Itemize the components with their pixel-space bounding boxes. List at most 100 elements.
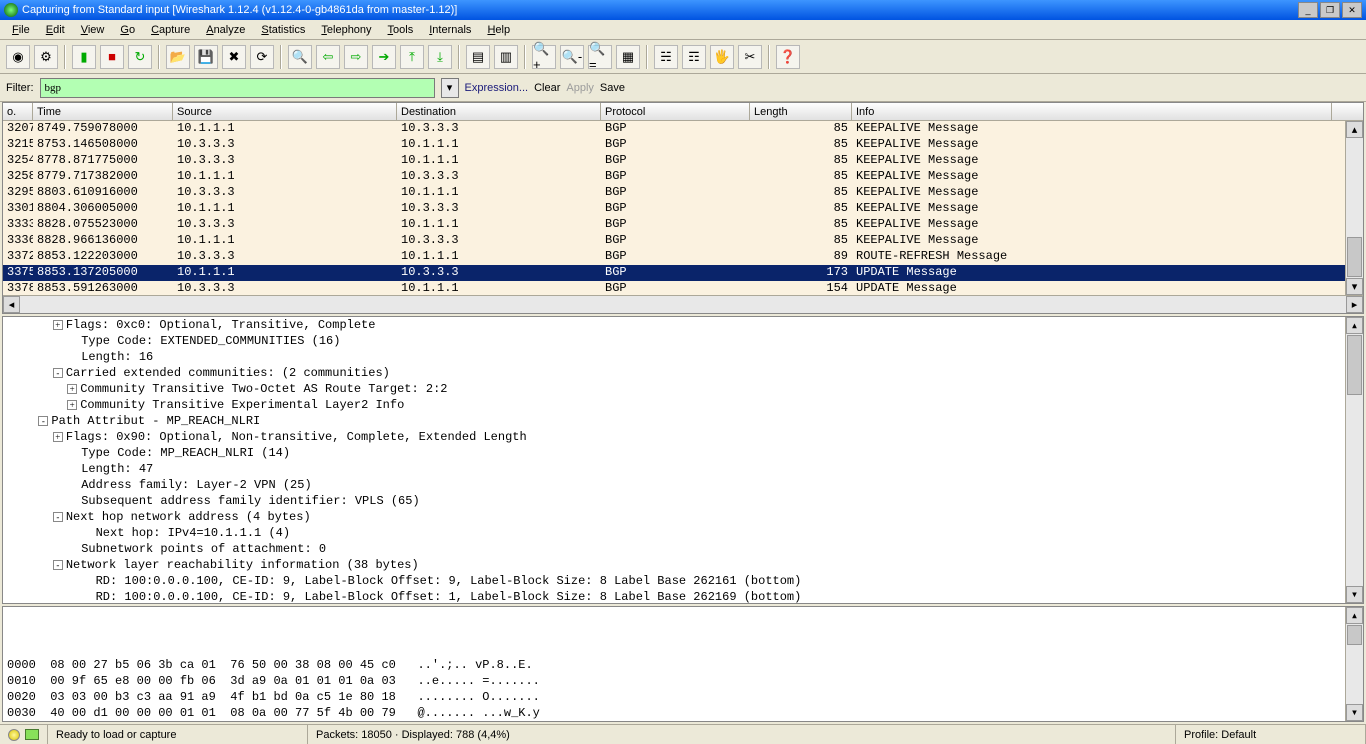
options-button[interactable]: ⚙ [34, 45, 58, 69]
column-header[interactable]: Length [750, 103, 852, 121]
menu-file[interactable]: File [4, 22, 38, 38]
menu-view[interactable]: View [73, 22, 113, 38]
detail-line[interactable]: RD: 100:0.0.0.100, CE-ID: 9, Label-Block… [3, 589, 1363, 604]
detail-line[interactable]: Subnetwork points of attachment: 0 [3, 541, 1363, 557]
status-profile[interactable]: Profile: Default [1176, 725, 1366, 744]
hex-vscroll[interactable]: ▴▾ [1345, 607, 1363, 721]
detail-line[interactable]: +Community Transitive Two-Octet AS Route… [3, 381, 1363, 397]
help-button[interactable]: ❓ [776, 45, 800, 69]
filter-dropdown-button[interactable]: ▾ [441, 78, 459, 98]
packet-list-vscroll[interactable]: ▴ ▾ [1345, 121, 1363, 295]
detail-line[interactable]: Next hop: IPv4=10.1.1.1 (4) [3, 525, 1363, 541]
colorize-button[interactable]: ▤ [466, 45, 490, 69]
menu-go[interactable]: Go [112, 22, 143, 38]
collapse-icon[interactable]: - [53, 512, 63, 522]
close-file-button[interactable]: ✖ [222, 45, 246, 69]
collapse-icon[interactable]: - [53, 560, 63, 570]
detail-line[interactable]: -Next hop network address (4 bytes) [3, 509, 1363, 525]
packet-list-hscroll[interactable]: ◂▸ [3, 295, 1363, 313]
go-first-button[interactable]: ⤒ [400, 45, 424, 69]
table-row[interactable]: 33368828.96613600010.1.1.110.3.3.3BGP85K… [3, 233, 1363, 249]
table-row[interactable]: 32588779.71738200010.1.1.110.3.3.3BGP85K… [3, 169, 1363, 185]
expert-info-icon[interactable] [8, 729, 20, 741]
reload-button[interactable]: ⟳ [250, 45, 274, 69]
detail-line[interactable]: Type Code: MP_REACH_NLRI (14) [3, 445, 1363, 461]
menu-capture[interactable]: Capture [143, 22, 198, 38]
detail-line[interactable]: +Flags: 0x90: Optional, Non-transitive, … [3, 429, 1363, 445]
expand-icon[interactable]: + [53, 432, 63, 442]
detail-line[interactable]: Address family: Layer-2 VPN (25) [3, 477, 1363, 493]
menu-help[interactable]: Help [479, 22, 518, 38]
resize-cols-button[interactable]: ▦ [616, 45, 640, 69]
scroll-left-icon[interactable]: ◂ [3, 296, 20, 313]
detail-line[interactable]: -Network layer reachability information … [3, 557, 1363, 573]
detail-line[interactable]: +Flags: 0xc0: Optional, Transitive, Comp… [3, 317, 1363, 333]
column-header[interactable]: Time [33, 103, 173, 121]
detail-line[interactable]: Type Code: EXTENDED_COMMUNITIES (16) [3, 333, 1363, 349]
detail-line[interactable]: Length: 47 [3, 461, 1363, 477]
expand-icon[interactable]: + [53, 320, 63, 330]
packet-list-header[interactable]: o.TimeSourceDestinationProtocolLengthInf… [3, 103, 1363, 121]
table-row[interactable]: 32078749.75907800010.1.1.110.3.3.3BGP85K… [3, 121, 1363, 137]
filter-input[interactable] [40, 78, 435, 98]
open-button[interactable]: 📂 [166, 45, 190, 69]
table-row[interactable]: 32548778.87177500010.3.3.310.1.1.1BGP85K… [3, 153, 1363, 169]
column-header[interactable]: o. [3, 103, 33, 121]
expand-icon[interactable]: + [67, 384, 77, 394]
table-row[interactable]: 32958803.61091600010.3.3.310.1.1.1BGP85K… [3, 185, 1363, 201]
collapse-icon[interactable]: - [53, 368, 63, 378]
column-header[interactable]: Info [852, 103, 1332, 121]
detail-line[interactable]: Subsequent address family identifier: VP… [3, 493, 1363, 509]
restart-capture-button[interactable]: ↻ [128, 45, 152, 69]
interfaces-button[interactable]: ◉ [6, 45, 30, 69]
detail-line[interactable]: Length: 16 [3, 349, 1363, 365]
save-filter-button[interactable]: Save [600, 82, 625, 94]
find-button[interactable]: 🔍 [288, 45, 312, 69]
collapse-icon[interactable]: - [38, 416, 48, 426]
display-filters-button[interactable]: ☶ [682, 45, 706, 69]
minimize-button[interactable]: _ [1298, 2, 1318, 18]
detail-line[interactable]: RD: 100:0.0.0.100, CE-ID: 9, Label-Block… [3, 573, 1363, 589]
packet-details-pane[interactable]: +Flags: 0xc0: Optional, Transitive, Comp… [2, 316, 1364, 604]
scroll-down-icon[interactable]: ▾ [1346, 278, 1363, 295]
zoom-out-button[interactable]: 🔍- [560, 45, 584, 69]
menu-tools[interactable]: Tools [380, 22, 422, 38]
detail-line[interactable]: -Carried extended communities: (2 commun… [3, 365, 1363, 381]
start-capture-button[interactable]: ▮ [72, 45, 96, 69]
detail-line[interactable]: -Path Attribut - MP_REACH_NLRI [3, 413, 1363, 429]
goto-button[interactable]: ➔ [372, 45, 396, 69]
expand-icon[interactable]: + [67, 400, 77, 410]
menu-analyze[interactable]: Analyze [198, 22, 253, 38]
go-back-button[interactable]: ⇦ [316, 45, 340, 69]
maximize-button[interactable]: ❐ [1320, 2, 1340, 18]
hex-line[interactable]: 0040 18 b6 ff ff ff ff ff ff ff ff ff ff… [7, 721, 1359, 722]
save-button[interactable]: 💾 [194, 45, 218, 69]
clear-button[interactable]: Clear [534, 82, 560, 94]
packet-bytes-pane[interactable]: ▴▾ 0000 08 00 27 b5 06 3b ca 01 76 50 00… [2, 606, 1364, 722]
hex-line[interactable]: 0000 08 00 27 b5 06 3b ca 01 76 50 00 38… [7, 657, 1359, 673]
column-header[interactable]: Protocol [601, 103, 750, 121]
hex-line[interactable]: 0030 40 00 d1 00 00 00 01 01 08 0a 00 77… [7, 705, 1359, 721]
capture-filters-button[interactable]: ☵ [654, 45, 678, 69]
menu-statistics[interactable]: Statistics [253, 22, 313, 38]
details-vscroll[interactable]: ▴▾ [1345, 317, 1363, 603]
zoom-reset-button[interactable]: 🔍= [588, 45, 612, 69]
prefs-button[interactable]: ✂ [738, 45, 762, 69]
expression-button[interactable]: Expression... [465, 82, 529, 94]
menu-internals[interactable]: Internals [421, 22, 479, 38]
apply-button[interactable]: Apply [566, 82, 594, 94]
detail-line[interactable]: +Community Transitive Experimental Layer… [3, 397, 1363, 413]
stop-capture-button[interactable]: ■ [100, 45, 124, 69]
menu-telephony[interactable]: Telephony [313, 22, 379, 38]
table-row[interactable]: 33758853.13720500010.1.1.110.3.3.3BGP173… [3, 265, 1363, 281]
autoscroll-button[interactable]: ▥ [494, 45, 518, 69]
menu-edit[interactable]: Edit [38, 22, 73, 38]
table-row[interactable]: 33018804.30600500010.1.1.110.3.3.3BGP85K… [3, 201, 1363, 217]
table-row[interactable]: 32158753.14650800010.3.3.310.1.1.1BGP85K… [3, 137, 1363, 153]
packet-list-rows[interactable]: 32078749.75907800010.1.1.110.3.3.3BGP85K… [3, 121, 1363, 295]
scroll-right-icon[interactable]: ▸ [1346, 296, 1363, 313]
close-button[interactable]: ✕ [1342, 2, 1362, 18]
go-last-button[interactable]: ⤓ [428, 45, 452, 69]
column-header[interactable]: Source [173, 103, 397, 121]
column-header[interactable]: Destination [397, 103, 601, 121]
